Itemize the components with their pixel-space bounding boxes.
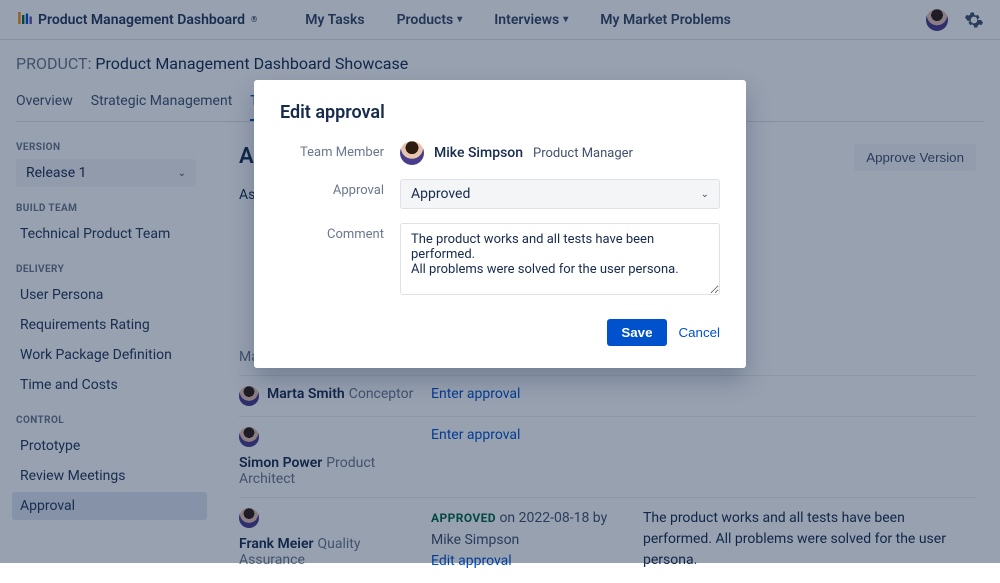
label-comment: Comment [280,223,400,295]
label-approval: Approval [280,179,400,209]
cancel-button[interactable]: Cancel [679,319,721,346]
edit-approval-modal: Edit approval Team Member Mike Simpson P… [254,80,746,368]
avatar-icon [400,141,424,165]
modal-member-role: Product Manager [533,146,633,161]
chevron-down-icon: ⌄ [701,189,709,200]
modal-overlay[interactable]: Edit approval Team Member Mike Simpson P… [0,0,1000,563]
comment-textarea[interactable] [400,223,720,295]
approval-select[interactable]: Approved ⌄ [400,179,720,209]
approval-select-value: Approved [411,186,470,202]
label-team-member: Team Member [280,141,400,165]
modal-member-name: Mike Simpson [434,145,523,161]
modal-title: Edit approval [280,102,720,123]
save-button[interactable]: Save [607,319,666,346]
